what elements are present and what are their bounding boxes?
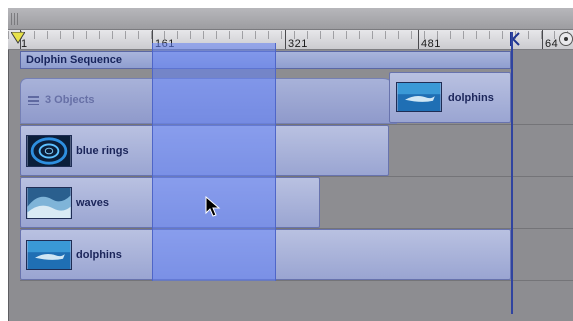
playhead-icon[interactable]: [11, 32, 25, 44]
ruler-major-tick: [285, 30, 286, 49]
group-list-icon: [28, 96, 39, 105]
clip-label: dolphins: [448, 92, 494, 104]
dolphins-thumbnail: [396, 82, 442, 112]
window-top-strip: [8, 8, 573, 30]
sequence-end-line: [511, 32, 513, 314]
blue-rings-thumbnail: [26, 135, 72, 167]
group-label: 3 Objects: [45, 94, 95, 106]
waves-thumbnail: [26, 187, 72, 219]
ruler-end-button[interactable]: [559, 32, 573, 46]
resize-grip-icon[interactable]: [11, 13, 18, 25]
mouse-pointer-icon: [205, 196, 221, 217]
ruler-major-tick: [542, 30, 543, 49]
sequence-title: Dolphin Sequence: [26, 54, 122, 66]
dolphins-thumbnail: [26, 240, 72, 270]
clip-label: dolphins: [76, 249, 122, 261]
ruler-major-tick: [418, 30, 419, 49]
clip-label: blue rings: [76, 145, 129, 157]
ruler-label: 321: [288, 38, 308, 50]
clip-label: waves: [76, 197, 110, 209]
ruler-label: 64: [545, 38, 559, 50]
time-selection-highlight[interactable]: [152, 43, 276, 281]
ruler-label: 481: [421, 38, 441, 50]
track-divider: [20, 280, 573, 281]
